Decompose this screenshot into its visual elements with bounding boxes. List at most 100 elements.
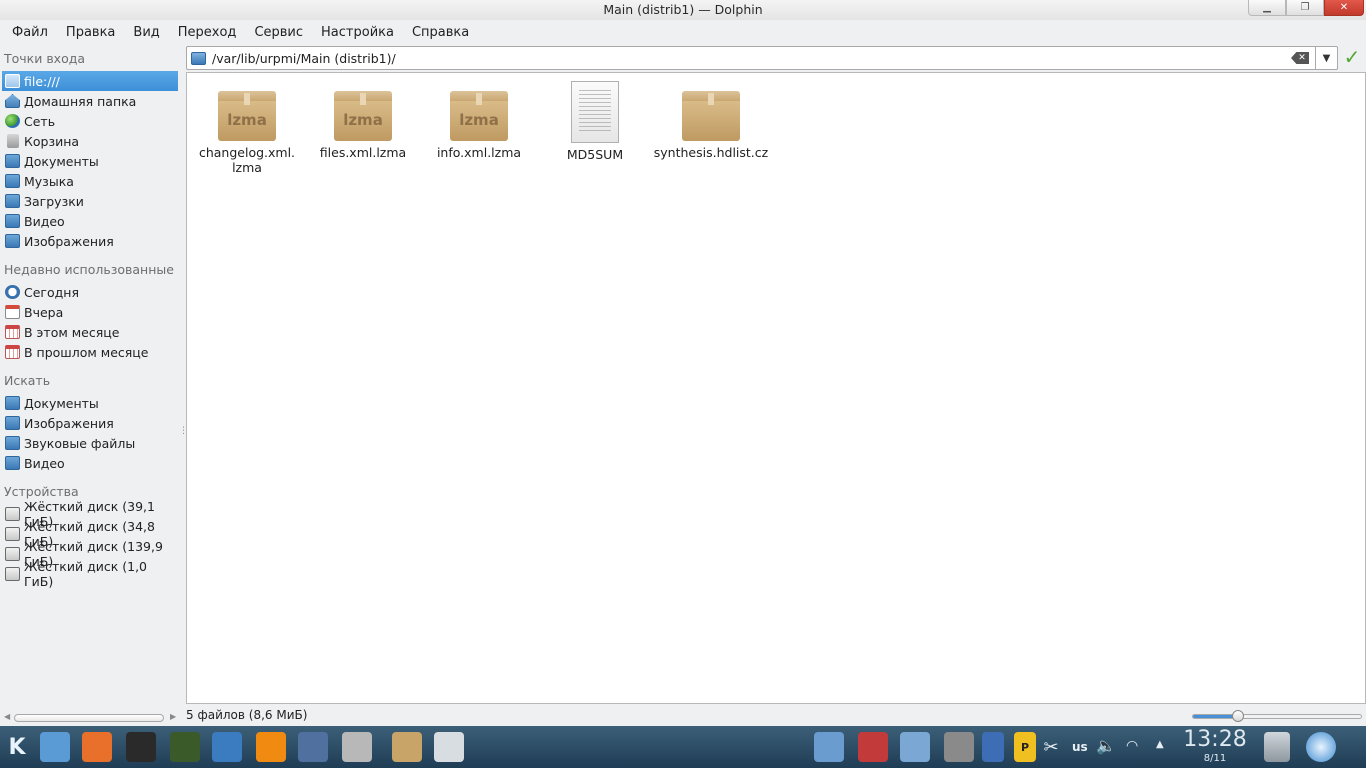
menu-go[interactable]: Переход xyxy=(169,22,246,44)
place-label: Документы xyxy=(24,395,99,411)
settings-panel-icon[interactable] xyxy=(944,732,974,762)
location-path-input[interactable]: /var/lib/urpmi/Main (distrib1)/ xyxy=(212,51,1291,66)
zoom-slider[interactable] xyxy=(1192,710,1364,722)
place-home[interactable]: Домашняя папка xyxy=(2,91,178,111)
vlc-icon[interactable] xyxy=(256,732,286,762)
search-documents[interactable]: Документы xyxy=(2,393,178,413)
taskbar: K P ✂ us 🔈 ◠ ▲ xyxy=(0,726,1366,768)
close-button[interactable]: ✕ xyxy=(1324,0,1364,16)
zoom-handle[interactable] xyxy=(1232,710,1245,722)
menu-help[interactable]: Справка xyxy=(403,22,478,44)
kde-menu-icon[interactable]: K xyxy=(2,732,32,762)
tray-expand-icon[interactable]: ▲ xyxy=(1156,739,1164,750)
home-icon xyxy=(5,94,20,108)
hard-disk-icon xyxy=(5,507,20,521)
file-item[interactable]: synthesis.hdlist.cz xyxy=(653,81,769,160)
menu-settings[interactable]: Настройка xyxy=(312,22,403,44)
window-titlebar: Main (distrib1) — Dolphin ▁ ❐ ✕ xyxy=(0,0,1366,20)
disc-burner-icon[interactable] xyxy=(342,732,372,762)
windows-icon[interactable] xyxy=(900,732,930,762)
places-horizontal-scrollbar[interactable]: ◀ ▶ xyxy=(0,712,182,724)
toolbox-icon[interactable] xyxy=(858,732,888,762)
search-images[interactable]: Изображения xyxy=(2,413,178,433)
file-name: files.xml.lzma xyxy=(319,145,407,160)
archive-badge: lzma xyxy=(343,111,383,129)
screenshot-icon[interactable] xyxy=(814,732,844,762)
archive-badge: lzma xyxy=(459,111,499,129)
place-label: Музыка xyxy=(24,173,74,189)
p-icon[interactable]: P xyxy=(1014,732,1036,762)
place-pictures[interactable]: Изображения xyxy=(2,231,178,251)
folder-icon xyxy=(5,154,20,168)
place-music[interactable]: Музыка xyxy=(2,171,178,191)
place-label: В прошлом месяце xyxy=(24,344,149,360)
volume-icon[interactable]: 🔈 xyxy=(1096,736,1116,755)
code-editor-icon[interactable] xyxy=(434,732,464,762)
keyboard-layout-indicator[interactable]: us xyxy=(1072,740,1088,754)
file-item[interactable]: lzma changelog.xml. lzma xyxy=(189,81,305,175)
ksysguard-icon[interactable] xyxy=(212,732,242,762)
folder-icon xyxy=(191,51,206,65)
menu-file[interactable]: Файл xyxy=(3,22,57,44)
hard-disk-icon xyxy=(5,567,20,581)
recent-yesterday[interactable]: Вчера xyxy=(2,302,178,322)
place-network[interactable]: Сеть xyxy=(2,111,178,131)
calendar-icon xyxy=(5,325,20,339)
archive-icon xyxy=(682,81,740,141)
recent-last-month[interactable]: В прошлом месяце xyxy=(2,342,178,362)
place-videos[interactable]: Видео xyxy=(2,211,178,231)
file-item[interactable]: MD5SUM xyxy=(537,81,653,162)
folder-icon xyxy=(5,436,20,450)
location-bar[interactable]: /var/lib/urpmi/Main (distrib1)/ ✕ ▼ xyxy=(186,46,1338,70)
place-label: Видео xyxy=(24,213,65,229)
file-item[interactable]: lzma info.xml.lzma xyxy=(421,81,537,160)
archive-icon: lzma xyxy=(218,81,276,141)
confirm-location-button[interactable]: ✓ xyxy=(1341,46,1363,70)
maximize-button[interactable]: ❐ xyxy=(1286,0,1324,16)
terminal-icon[interactable] xyxy=(126,732,156,762)
file-manager-icon[interactable] xyxy=(40,732,70,762)
search-audio[interactable]: Звуковые файлы xyxy=(2,433,178,453)
hard-disk-icon xyxy=(5,527,20,541)
scroll-right-icon[interactable]: ▶ xyxy=(170,712,176,721)
recent-today[interactable]: Сегодня xyxy=(2,282,178,302)
puzzle-icon[interactable] xyxy=(982,732,1004,762)
network-icon[interactable] xyxy=(298,732,328,762)
file-name: changelog.xml. lzma xyxy=(198,145,296,175)
place-downloads[interactable]: Загрузки xyxy=(2,191,178,211)
scissors-icon[interactable]: ✂ xyxy=(1040,732,1062,762)
location-history-dropdown[interactable]: ▼ xyxy=(1315,47,1337,69)
place-label: Вчера xyxy=(24,304,64,320)
scrollbar-thumb[interactable] xyxy=(14,714,164,722)
place-root[interactable]: file:/// xyxy=(2,71,178,91)
trash-icon[interactable] xyxy=(1264,732,1290,762)
folder-icon xyxy=(5,214,20,228)
file-view[interactable]: lzma changelog.xml. lzma lzma files.xml.l… xyxy=(186,72,1366,704)
section-title-search: Искать xyxy=(4,373,51,388)
place-documents[interactable]: Документы xyxy=(2,151,178,171)
clear-location-icon[interactable]: ✕ xyxy=(1291,52,1309,64)
device-disk-4[interactable]: Жёсткий диск (1,0 ГиБ) xyxy=(2,559,178,589)
firefox-icon[interactable] xyxy=(82,732,112,762)
search-video[interactable]: Видео xyxy=(2,453,178,473)
window-title: Main (distrib1) — Dolphin xyxy=(603,2,763,17)
close-icon: ✕ xyxy=(1339,2,1349,13)
menu-edit[interactable]: Правка xyxy=(57,22,124,44)
package-installer-icon[interactable] xyxy=(392,732,422,762)
folder-icon xyxy=(5,74,20,88)
calendar-icon xyxy=(5,305,20,319)
system-monitor-icon[interactable] xyxy=(170,732,200,762)
minimize-button[interactable]: ▁ xyxy=(1248,0,1286,16)
text-file-icon xyxy=(571,81,619,143)
scroll-left-icon[interactable]: ◀ xyxy=(4,712,10,721)
place-label: В этом месяце xyxy=(24,324,120,340)
file-item[interactable]: lzma files.xml.lzma xyxy=(305,81,421,160)
place-trash[interactable]: Корзина xyxy=(2,131,178,151)
menu-tools[interactable]: Сервис xyxy=(245,22,312,44)
activity-icon[interactable] xyxy=(1306,732,1336,762)
clock[interactable]: 13:28 xyxy=(1180,726,1250,754)
wifi-icon[interactable]: ◠ xyxy=(1126,738,1138,754)
maximize-icon: ❐ xyxy=(1300,2,1310,13)
menu-view[interactable]: Вид xyxy=(124,22,168,44)
recent-this-month[interactable]: В этом месяце xyxy=(2,322,178,342)
